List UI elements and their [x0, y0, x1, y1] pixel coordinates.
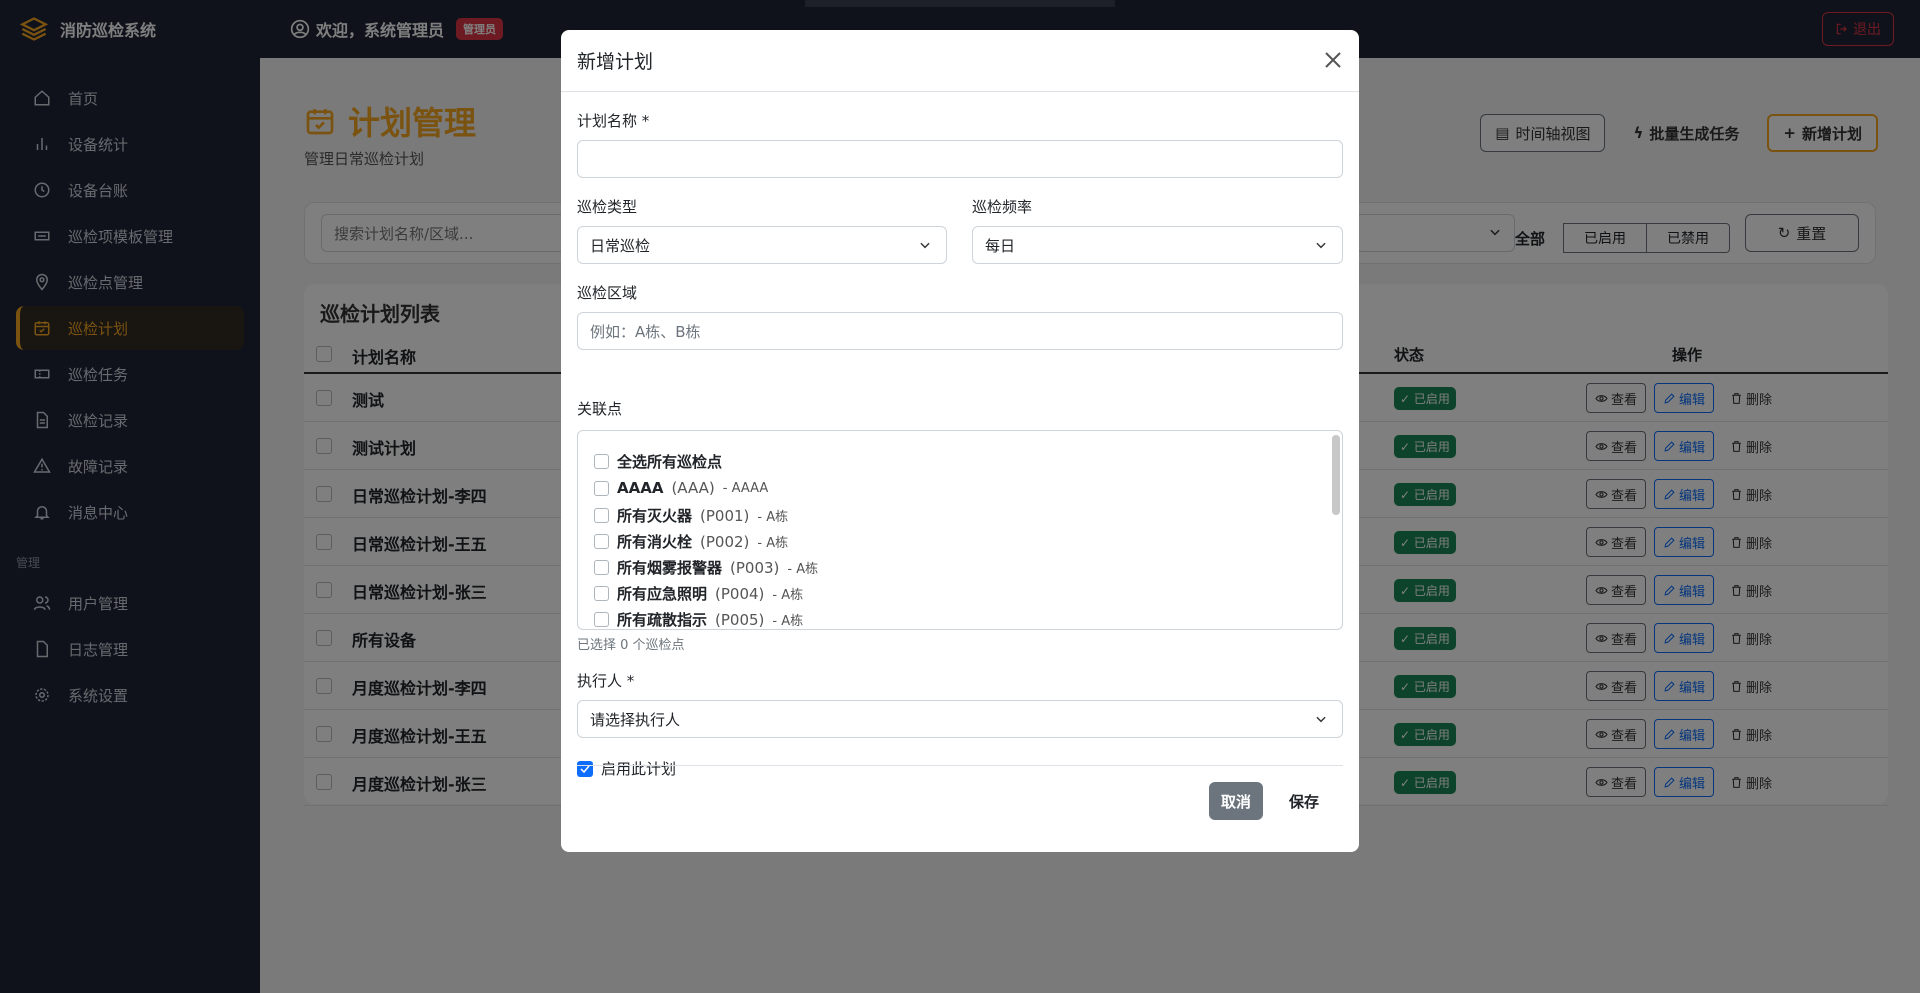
- point-code: (P004): [715, 584, 765, 603]
- checkbox[interactable]: [594, 560, 609, 575]
- point-area: - AAAA: [722, 480, 769, 496]
- save-button[interactable]: 保存: [1277, 782, 1331, 820]
- point-area: - A栋: [787, 562, 819, 577]
- executor-select[interactable]: 请选择执行人: [577, 700, 1343, 738]
- point-code: (AAA): [671, 479, 715, 497]
- select-all-points[interactable]: 全选所有巡检点: [594, 451, 722, 472]
- checkbox[interactable]: [594, 454, 609, 469]
- point-name: 所有烟雾报警器: [617, 559, 723, 577]
- select-all-label: 全选所有巡检点: [617, 453, 723, 471]
- points-scrollbar[interactable]: [1332, 435, 1340, 515]
- points-list[interactable]: 全选所有巡检点 AAAA (AAA) - AAAA 所有灭火器 (P001) - A栋 所有…: [577, 430, 1343, 630]
- point-item[interactable]: 所有烟雾报警器 (P003) - A栋: [594, 557, 818, 578]
- point-code: (P005): [715, 610, 765, 629]
- type-label: 巡检类型: [577, 198, 638, 216]
- point-code: (P003): [730, 558, 780, 577]
- enable-checkbox[interactable]: [577, 760, 593, 777]
- point-name: 所有消火栓: [617, 533, 693, 551]
- point-item[interactable]: AAAA (AAA) - AAAA: [594, 479, 768, 497]
- point-item[interactable]: 所有灭火器 (P001) - A栋: [594, 505, 788, 526]
- point-item[interactable]: 所有疏散指示 (P005) - A栋: [594, 609, 804, 629]
- plan-name-label: 计划名称 *: [577, 112, 650, 130]
- type-select[interactable]: 日常巡检: [577, 226, 947, 264]
- point-item[interactable]: 所有应急照明 (P004) - A栋: [594, 583, 803, 604]
- chevron-down-icon: [1316, 716, 1326, 723]
- point-area: - A栋: [757, 510, 789, 525]
- point-item[interactable]: 所有消火栓 (P002) - A栋: [594, 531, 788, 552]
- area-input[interactable]: 例如：A栋、B栋: [577, 312, 1343, 350]
- freq-value: 每日: [985, 236, 1016, 255]
- checkbox[interactable]: [594, 480, 609, 496]
- points-label: 关联点: [577, 400, 623, 418]
- checkbox[interactable]: [594, 508, 609, 523]
- point-area: - A栋: [772, 614, 804, 629]
- plan-name-input[interactable]: [577, 140, 1343, 178]
- point-name: AAAA: [617, 479, 664, 497]
- close-icon[interactable]: [1321, 48, 1345, 72]
- modal-footer: 取消 保存: [577, 765, 1343, 820]
- executor-value: 请选择执行人: [590, 710, 681, 729]
- point-area: - A栋: [772, 588, 804, 603]
- point-name: 所有疏散指示: [617, 611, 708, 629]
- selected-hint: 已选择 0 个巡检点: [577, 638, 685, 653]
- checkbox[interactable]: [594, 612, 609, 627]
- enable-label: 启用此计划: [601, 760, 677, 778]
- point-area: - A栋: [757, 536, 789, 551]
- area-label: 巡检区域: [577, 284, 638, 302]
- executor-label: 执行人 *: [577, 672, 635, 690]
- point-name: 所有灭火器: [617, 507, 693, 525]
- chevron-down-icon: [920, 242, 930, 249]
- modal-title: 新增计划: [577, 51, 654, 73]
- freq-select[interactable]: 每日: [972, 226, 1343, 264]
- checkbox[interactable]: [594, 534, 609, 549]
- add-plan-modal: 新增计划 计划名称 * 巡检类型 日常巡检 巡检频率 每日 巡检区域 例如：A栋…: [561, 30, 1359, 852]
- modal-header: 新增计划: [561, 30, 1359, 92]
- enable-plan-toggle[interactable]: 启用此计划: [577, 758, 676, 779]
- chevron-down-icon: [1316, 242, 1326, 249]
- type-value: 日常巡检: [590, 236, 651, 255]
- point-code: (P002): [700, 532, 750, 551]
- cancel-button[interactable]: 取消: [1208, 782, 1263, 820]
- freq-label: 巡检频率: [972, 198, 1033, 216]
- point-code: (P001): [700, 506, 750, 525]
- checkbox[interactable]: [594, 586, 609, 601]
- point-name: 所有应急照明: [617, 585, 708, 603]
